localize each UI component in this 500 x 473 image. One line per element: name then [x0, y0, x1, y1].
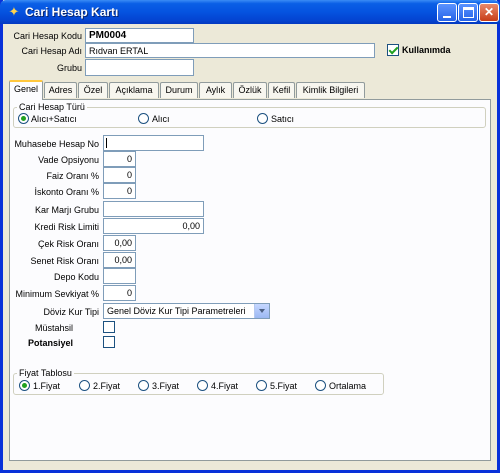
tab-durum[interactable]: Durum	[160, 82, 198, 98]
cari-hesap-karti-window: ✦ Cari Hesap Kartı ✕ Cari Hesap Kodu PM0…	[0, 0, 500, 473]
chevron-down-icon[interactable]	[254, 304, 269, 318]
faiz-orani-label: Faiz Oranı %	[46, 171, 99, 181]
tab-aciklama[interactable]: Açıklama	[109, 82, 159, 98]
text-caret	[106, 138, 107, 148]
radio-ortalama[interactable]	[315, 380, 326, 391]
cari-hesap-adi-input[interactable]: Rıdvan ERTAL	[85, 43, 375, 58]
mustahsil-label: Müstahsil	[34, 323, 73, 333]
radio-fiyat-1[interactable]	[19, 380, 30, 391]
radio-fiyat-3[interactable]	[138, 380, 149, 391]
radio-fiyat-2[interactable]	[79, 380, 90, 391]
muhasebe-hesap-no-label: Muhasebe Hesap No	[14, 139, 99, 149]
doviz-kur-tipi-value: Genel Döviz Kur Tipi Parametreleri	[107, 306, 246, 316]
minimum-sevkiyat-input[interactable]: 0	[103, 285, 136, 301]
radio-satici[interactable]	[257, 113, 268, 124]
tab-adres[interactable]: Adres	[44, 82, 77, 98]
mustahsil-checkbox[interactable]	[103, 321, 115, 333]
radio-fiyat-4[interactable]	[197, 380, 208, 391]
minimize-button[interactable]	[437, 3, 457, 22]
vade-opsiyonu-label: Vade Opsiyonu	[38, 155, 99, 165]
radio-ortalama-label: Ortalama	[329, 381, 367, 391]
title-bar[interactable]: ✦ Cari Hesap Kartı ✕	[0, 0, 500, 24]
kullanimda-label: Kullanımda	[402, 45, 451, 55]
maximize-button[interactable]	[458, 3, 478, 22]
tab-ozel[interactable]: Özel	[78, 82, 108, 98]
radio-fiyat-3-label: 3.Fiyat	[152, 381, 180, 391]
doviz-kur-tipi-label: Döviz Kur Tipi	[43, 307, 99, 317]
cari-hesap-turu-title: Cari Hesap Türü	[17, 102, 87, 112]
radio-alici-satici-label: Alıcı+Satıcı	[31, 114, 77, 124]
faiz-orani-input[interactable]: 0	[103, 167, 136, 183]
radio-fiyat-4-label: 4.Fiyat	[211, 381, 239, 391]
tab-genel[interactable]: Genel	[9, 80, 43, 100]
fiyat-tablosu-title: Fiyat Tablosu	[17, 368, 74, 378]
iskonto-orani-input[interactable]: 0	[103, 183, 136, 199]
radio-satici-label: Satıcı	[271, 114, 295, 124]
radio-alici[interactable]	[138, 113, 149, 124]
tab-kefil[interactable]: Kefil	[268, 82, 295, 98]
potansiyel-label: Potansiyel	[27, 338, 73, 348]
senet-risk-orani-input[interactable]: 0,00	[103, 252, 136, 268]
minimum-sevkiyat-label: Minimum Sevkiyat %	[15, 289, 99, 299]
radio-fiyat-2-label: 2.Fiyat	[93, 381, 121, 391]
genel-tab-panel: Cari Hesap Türü Alıcı+Satıcı Alıcı Satıc…	[9, 99, 491, 461]
senet-risk-orani-label: Senet Risk Oranı	[30, 256, 99, 266]
kar-marji-grubu-label: Kar Marjı Grubu	[34, 205, 99, 215]
radio-alici-satici[interactable]	[18, 113, 29, 124]
kredi-risk-limiti-input[interactable]: 0,00	[103, 218, 204, 234]
radio-alici-label: Alıcı	[152, 114, 170, 124]
depo-kodu-label: Depo Kodu	[53, 272, 99, 282]
doviz-kur-tipi-select[interactable]: Genel Döviz Kur Tipi Parametreleri	[103, 303, 270, 319]
grubu-input[interactable]	[85, 59, 194, 76]
grubu-label: Grubu	[56, 63, 82, 73]
kar-marji-grubu-input[interactable]	[103, 201, 204, 217]
cari-hesap-kodu-label: Cari Hesap Kodu	[13, 31, 82, 41]
maximize-icon	[463, 7, 474, 18]
app-icon: ✦	[8, 4, 20, 19]
cari-hesap-adi-label: Cari Hesap Adı	[21, 46, 82, 56]
radio-fiyat-5[interactable]	[256, 380, 267, 391]
radio-fiyat-5-label: 5.Fiyat	[270, 381, 298, 391]
tab-aylik[interactable]: Aylık	[199, 82, 232, 98]
kullanimda-checkbox[interactable]	[387, 44, 399, 56]
muhasebe-hesap-no-input[interactable]	[103, 135, 204, 151]
depo-kodu-input[interactable]	[103, 268, 136, 284]
radio-fiyat-1-label: 1.Fiyat	[33, 381, 61, 391]
close-icon: ✕	[483, 5, 495, 19]
tab-kimlik-bilgileri[interactable]: Kimlik Bilgileri	[296, 82, 365, 98]
tab-ozluk[interactable]: Özlük	[233, 82, 267, 98]
minimize-icon	[443, 16, 451, 18]
fiyat-tablosu-group: Fiyat Tablosu 1.Fiyat 2.Fiyat 3.Fiyat 4.…	[13, 368, 384, 395]
cek-risk-orani-label: Çek Risk Oranı	[37, 239, 99, 249]
close-button[interactable]: ✕	[479, 3, 499, 22]
potansiyel-checkbox[interactable]	[103, 336, 115, 348]
vade-opsiyonu-input[interactable]: 0	[103, 151, 136, 167]
kredi-risk-limiti-label: Kredi Risk Limiti	[34, 222, 99, 232]
iskonto-orani-label: İskonto Oranı %	[34, 187, 99, 197]
cari-hesap-turu-group: Cari Hesap Türü Alıcı+Satıcı Alıcı Satıc…	[13, 102, 486, 128]
cek-risk-orani-input[interactable]: 0,00	[103, 235, 136, 251]
cari-hesap-kodu-input[interactable]: PM0004	[85, 28, 194, 43]
window-title: Cari Hesap Kartı	[25, 5, 119, 19]
